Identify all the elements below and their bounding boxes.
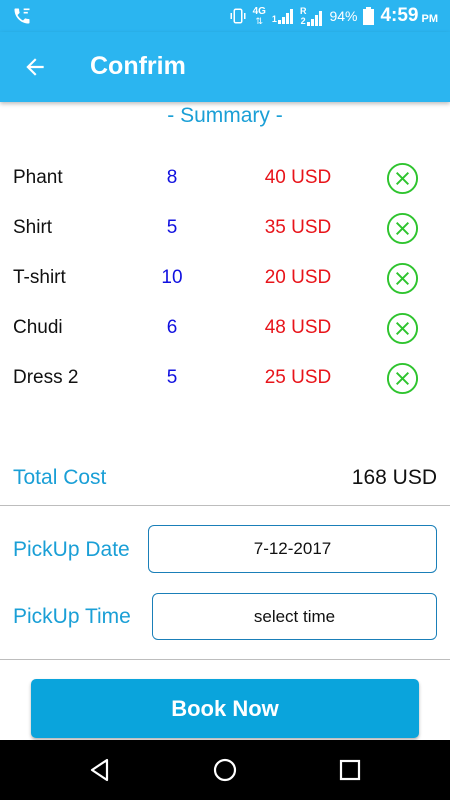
clock-ampm: PM [421,12,439,25]
book-now-button[interactable]: Book Now [31,679,419,738]
network-type-label: 4G [252,5,266,17]
item-quantity: 5 [166,367,178,388]
signal-indicator-1: 1 [272,8,294,24]
item-price: 48 USD [264,317,332,338]
total-cost-label: Total Cost [13,466,107,489]
item-price: 20 USD [264,267,332,288]
app-bar: Confrim [0,32,450,102]
nav-back-icon[interactable] [86,756,114,784]
data-arrows-icon: ⇅ [255,15,264,26]
item-name: Chudi [13,317,63,338]
signal-label-1: 1 [271,14,277,24]
item-name: Phant [13,167,63,188]
item-name: Dress 2 [13,367,79,388]
signal-bars-icon [307,11,323,26]
pickup-time-label: PickUp Time [13,605,131,628]
battery-icon [363,7,375,25]
list-item: Dress 2 5 25 USD [0,353,450,403]
item-price: 40 USD [264,167,332,188]
vibrate-icon [230,8,246,24]
item-quantity: 6 [166,317,178,338]
item-quantity: 5 [166,217,178,238]
back-arrow-icon[interactable] [22,54,48,80]
pickup-time-field[interactable]: select time [152,593,437,640]
signal-label-2: 2 [300,16,306,26]
pickup-date-field[interactable]: 7-12-2017 [148,525,437,573]
item-name: Shirt [13,217,53,238]
item-price: 35 USD [264,217,332,238]
battery-percent: 94% [329,8,358,24]
list-item: Phant 8 40 USD [0,153,450,203]
list-item: Shirt 5 35 USD [0,203,450,253]
nav-recents-icon[interactable] [336,756,364,784]
divider [0,505,450,506]
item-price: 25 USD [264,367,332,388]
summary-list: Phant 8 40 USD Shirt 5 35 USD T-shirt 10… [0,153,450,403]
signal-indicator-2: R 2 [300,6,324,26]
call-icon [14,8,30,24]
page-title: Confrim [90,52,186,80]
network-type-indicator: 4G ⇅ [252,5,266,26]
clock-time: 4:59 [380,5,419,26]
pickup-date-label: PickUp Date [13,538,130,561]
system-nav-bar [0,740,450,800]
signal-bars-icon [277,9,293,24]
list-item: T-shirt 10 20 USD [0,253,450,303]
nav-home-icon[interactable] [211,756,239,784]
status-bar: 4G ⇅ 1 R 2 94% 4:59 PM [0,0,450,32]
remove-item-icon[interactable] [386,162,419,195]
item-quantity: 10 [161,267,183,288]
roaming-label: R [299,6,307,16]
book-now-label: Book Now [171,695,279,721]
item-name: T-shirt [13,267,66,288]
remove-item-icon[interactable] [386,212,419,245]
remove-item-icon[interactable] [386,312,419,345]
remove-item-icon[interactable] [386,262,419,295]
item-quantity: 8 [166,167,178,188]
total-cost-value: 168 USD [351,466,437,489]
pickup-date-value: 7-12-2017 [253,539,332,558]
list-item: Chudi 6 48 USD [0,303,450,353]
remove-item-icon[interactable] [386,362,419,395]
divider [0,659,450,660]
summary-heading: - Summary - [167,104,283,127]
pickup-time-value: select time [253,606,336,626]
